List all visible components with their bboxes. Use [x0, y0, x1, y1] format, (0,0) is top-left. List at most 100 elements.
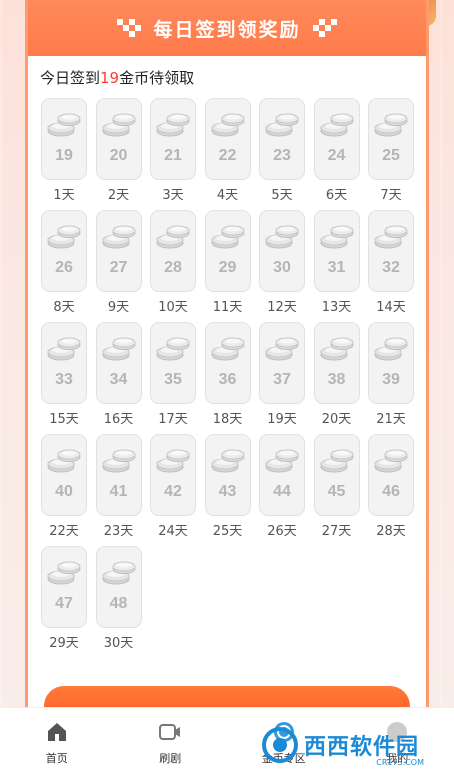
coin-tile[interactable]: 31: [313, 210, 360, 292]
day-item[interactable]: 27 9天: [95, 210, 142, 318]
coin-tile[interactable]: 37: [259, 322, 305, 404]
coin-amount: 23: [273, 147, 291, 164]
coin-stack-icon: [47, 225, 81, 249]
coin-tile[interactable]: 34: [95, 322, 142, 404]
coin-tile[interactable]: 22: [204, 98, 251, 180]
coin-tile[interactable]: 30: [259, 210, 305, 292]
day-item[interactable]: 42 24天: [150, 434, 196, 542]
day-label: 27天: [321, 524, 352, 539]
coin-stack-icon: [102, 449, 135, 473]
day-item[interactable]: 35 17天: [150, 322, 196, 430]
coin-amount: 27: [109, 259, 128, 276]
coin-tile[interactable]: 38: [313, 322, 360, 404]
coin-tile[interactable]: 45: [313, 434, 360, 516]
day-item[interactable]: 37 19天: [259, 322, 305, 430]
coin-amount: 20: [109, 147, 128, 164]
day-item[interactable]: 39 21天: [368, 322, 414, 430]
day-item[interactable]: 48 30天: [95, 546, 142, 654]
watermark-sub: CR173.COM: [376, 758, 424, 767]
coin-tile[interactable]: 29: [204, 210, 251, 292]
card-body: 今日签到19金币待领取 19 1天 20 2天 21 3天 22 4天 23 5…: [28, 56, 426, 717]
day-label: 15天: [49, 412, 79, 427]
checkin-card: 每日签到领奖励 今日签到19金币待领取 19 1天 20 2天 21 3天 22…: [25, 0, 429, 720]
coin-stack-icon: [211, 337, 244, 361]
coin-stack-icon: [156, 225, 190, 249]
coin-tile[interactable]: 36: [204, 322, 251, 404]
coin-tile[interactable]: 33: [41, 322, 87, 404]
coin-tile[interactable]: 47: [41, 546, 87, 628]
day-label: 18天: [212, 412, 243, 427]
day-item[interactable]: 28 10天: [150, 210, 196, 318]
coin-tile[interactable]: 40: [41, 434, 87, 516]
checkin-status: 今日签到19金币待领取: [40, 66, 416, 94]
coin-amount: 40: [55, 483, 73, 500]
day-item[interactable]: 47 29天: [41, 546, 87, 654]
day-item[interactable]: 30 12天: [259, 210, 305, 318]
coin-tile[interactable]: 35: [150, 322, 196, 404]
day-label: 19天: [267, 412, 297, 427]
day-item[interactable]: 21 3天: [150, 98, 196, 206]
coin-tile[interactable]: 48: [95, 546, 142, 628]
day-item[interactable]: 26 8天: [41, 210, 87, 318]
coin-stack-icon: [211, 225, 244, 249]
coin-tile[interactable]: 28: [150, 210, 196, 292]
coin-tile[interactable]: 41: [95, 434, 142, 516]
tab-home[interactable]: 首页: [0, 708, 114, 775]
day-item[interactable]: 40 22天: [41, 434, 87, 542]
day-item[interactable]: 43 25天: [204, 434, 251, 542]
coin-tile[interactable]: 46: [368, 434, 414, 516]
day-label: 4天: [216, 188, 239, 203]
status-amount: 19: [100, 69, 120, 87]
tab-drama[interactable]: 刷剧: [114, 708, 228, 775]
coin-stack-icon: [374, 225, 408, 249]
day-item[interactable]: 31 13天: [313, 210, 360, 318]
coin-stack-icon: [265, 449, 299, 473]
day-item[interactable]: 32 14天: [368, 210, 414, 318]
day-label: 12天: [267, 300, 297, 315]
coin-tile[interactable]: 23: [259, 98, 305, 180]
coin-amount: 43: [218, 483, 237, 500]
coin-amount: 38: [327, 371, 346, 388]
coin-tile[interactable]: 27: [95, 210, 142, 292]
day-item[interactable]: 24 6天: [313, 98, 360, 206]
home-icon: [47, 723, 66, 741]
day-item[interactable]: 41 23天: [95, 434, 142, 542]
coin-tile[interactable]: 44: [259, 434, 305, 516]
coin-amount: 34: [109, 371, 128, 388]
day-item[interactable]: 23 5天: [259, 98, 305, 206]
coin-tile[interactable]: 42: [150, 434, 196, 516]
coin-tile[interactable]: 25: [368, 98, 414, 180]
coin-tile[interactable]: 43: [204, 434, 251, 516]
coin-stack-icon: [102, 561, 135, 585]
day-item[interactable]: 29 11天: [204, 210, 251, 318]
day-item[interactable]: 33 15天: [41, 322, 87, 430]
day-item[interactable]: 44 26天: [259, 434, 305, 542]
coin-stack-icon: [47, 113, 81, 137]
coin-tile[interactable]: 24: [313, 98, 360, 180]
coin-tile[interactable]: 39: [368, 322, 414, 404]
coin-amount: 35: [164, 371, 182, 388]
day-item[interactable]: 19 1天: [41, 98, 87, 206]
coin-stack-icon: [211, 449, 244, 473]
coin-stack-icon: [102, 337, 135, 361]
coin-stack-icon: [211, 113, 244, 137]
day-item[interactable]: 20 2天: [95, 98, 142, 206]
day-item[interactable]: 34 16天: [95, 322, 142, 430]
day-item[interactable]: 22 4天: [204, 98, 251, 206]
day-item[interactable]: 38 20天: [313, 322, 360, 430]
coin-tile[interactable]: 32: [368, 210, 414, 292]
tab-label: 首页: [45, 752, 68, 765]
coin-tile[interactable]: 19: [41, 98, 87, 180]
coin-amount: 36: [218, 371, 237, 388]
day-item[interactable]: 36 18天: [204, 322, 251, 430]
coin-amount: 45: [327, 483, 346, 500]
day-item[interactable]: 45 27天: [313, 434, 360, 542]
coin-stack-icon: [47, 561, 81, 585]
coin-stack-icon: [320, 449, 353, 473]
day-label: 23天: [103, 524, 134, 539]
coin-tile[interactable]: 21: [150, 98, 196, 180]
coin-tile[interactable]: 20: [95, 98, 142, 180]
coin-tile[interactable]: 26: [41, 210, 87, 292]
day-item[interactable]: 46 28天: [368, 434, 414, 542]
day-item[interactable]: 25 7天: [368, 98, 414, 206]
